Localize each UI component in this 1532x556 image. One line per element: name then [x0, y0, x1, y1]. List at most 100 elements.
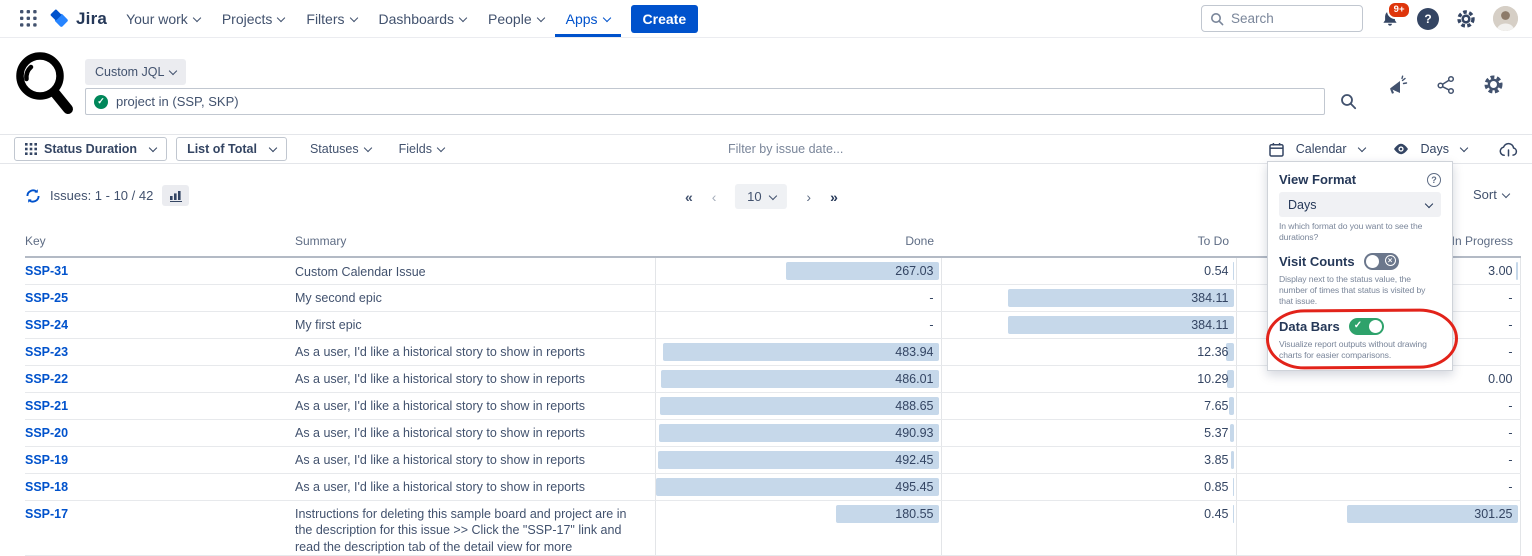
- duration-cell: -: [1236, 392, 1520, 419]
- chevron-down-icon: [349, 13, 357, 21]
- duration-value: 7.65: [1204, 399, 1228, 413]
- first-page-button[interactable]: «: [685, 189, 693, 205]
- app-switcher-icon[interactable]: [14, 6, 43, 31]
- create-button[interactable]: Create: [631, 5, 699, 33]
- issue-key-link[interactable]: SSP-21: [25, 399, 68, 413]
- duration-value: 486.01: [895, 372, 933, 386]
- duration-cell: 180.55: [655, 500, 941, 555]
- date-filter-input[interactable]: Filter by issue date...: [728, 142, 843, 156]
- previous-page-button[interactable]: ‹: [712, 189, 717, 205]
- view-mode-dropdown[interactable]: List of Total: [176, 137, 287, 161]
- duration-cell: 0.85: [941, 473, 1236, 500]
- data-bars-block: Data Bars ✓× Visualize report outputs wi…: [1279, 318, 1441, 362]
- primary-nav: Your work Projects FiltersDashboardsPeople…: [115, 0, 620, 37]
- view-format-select[interactable]: Days: [1279, 192, 1441, 217]
- report-type-dropdown[interactable]: Status Duration: [14, 137, 167, 161]
- issue-key-link[interactable]: SSP-20: [25, 426, 68, 440]
- duration-value: 301.25: [1474, 507, 1512, 521]
- last-page-button[interactable]: »: [830, 189, 838, 205]
- chevron-down-icon: [1425, 199, 1433, 207]
- issue-key-link[interactable]: SSP-22: [25, 372, 68, 386]
- summary-cell: As a user, I'd like a historical story t…: [295, 473, 655, 500]
- data-bars-label: Data Bars: [1279, 319, 1340, 334]
- jira-logo[interactable]: Jira: [43, 8, 115, 30]
- panel-help-icon[interactable]: ?: [1427, 173, 1441, 187]
- jql-input[interactable]: ✓ project in (SSP, SKP): [85, 88, 1325, 115]
- issue-key-link[interactable]: SSP-24: [25, 318, 68, 332]
- chevron-down-icon: [768, 191, 776, 199]
- issue-key-link[interactable]: SSP-19: [25, 453, 68, 467]
- notifications-button[interactable]: 9+: [1380, 9, 1400, 29]
- global-search-input[interactable]: [1231, 11, 1341, 26]
- visit-counts-toggle[interactable]: ✓×: [1364, 253, 1399, 270]
- duration-cell: -: [655, 284, 941, 311]
- duration-cell: -: [1236, 419, 1520, 446]
- duration-cell: 7.65: [941, 392, 1236, 419]
- settings-gear-icon[interactable]: [1456, 9, 1476, 29]
- duration-value: -: [1508, 291, 1512, 305]
- statuses-dropdown[interactable]: Statuses: [296, 142, 385, 156]
- duration-value: 490.93: [895, 426, 933, 440]
- issue-key-link[interactable]: SSP-31: [25, 264, 68, 278]
- nav-item-people[interactable]: People: [477, 0, 555, 37]
- column-header-key: Key: [25, 230, 295, 257]
- export-cloud-icon[interactable]: [1499, 142, 1518, 157]
- page-size-select[interactable]: 10: [735, 184, 787, 209]
- sort-dropdown[interactable]: Sort: [1473, 187, 1509, 202]
- toolbar-right: Calendar Days: [1259, 142, 1518, 157]
- duration-cell: 301.25: [1236, 500, 1520, 555]
- chevron-down-icon: [277, 13, 285, 21]
- format-dropdown[interactable]: Days: [1383, 142, 1477, 156]
- global-search[interactable]: [1201, 5, 1363, 32]
- duration-value: 495.45: [895, 480, 933, 494]
- nav-item-apps[interactable]: Apps: [555, 0, 621, 37]
- top-navigation: Jira Your work Projects FiltersDashboardsP…: [0, 0, 1532, 38]
- duration-value: 267.03: [895, 264, 933, 278]
- issue-key-link[interactable]: SSP-17: [25, 507, 68, 521]
- duration-value: -: [1508, 318, 1512, 332]
- nav-item-label: Projects: [222, 11, 273, 27]
- fields-dropdown[interactable]: Fields: [385, 142, 458, 156]
- duration-value: 384.11: [1191, 318, 1228, 332]
- query-actions: [1387, 74, 1504, 95]
- column-header-to-do: To Do: [941, 230, 1236, 257]
- duration-cell: 384.11: [941, 284, 1236, 311]
- duration-cell: 5.37: [941, 419, 1236, 446]
- jql-mode-label: Custom JQL: [95, 65, 164, 79]
- chart-view-button[interactable]: [162, 185, 189, 206]
- key-cell: SSP-23: [25, 338, 295, 365]
- report-settings-gear-icon[interactable]: [1483, 74, 1504, 95]
- eye-icon: [1393, 143, 1409, 155]
- jql-valid-check-icon: ✓: [94, 95, 108, 109]
- duration-value: 3.00: [1488, 264, 1512, 278]
- user-avatar[interactable]: [1493, 6, 1518, 31]
- help-icon[interactable]: ?: [1417, 8, 1439, 30]
- app-logo-magnifier-icon: [12, 48, 78, 118]
- nav-item-your-work[interactable]: Your work: [115, 0, 211, 37]
- duration-cell: 0.45: [941, 500, 1236, 555]
- issue-key-link[interactable]: SSP-25: [25, 291, 68, 305]
- nav-item-filters[interactable]: Filters: [295, 0, 367, 37]
- nav-item-dashboards[interactable]: Dashboards: [368, 0, 478, 37]
- jql-mode-dropdown[interactable]: Custom JQL: [85, 59, 186, 85]
- duration-cell: 490.93: [655, 419, 941, 446]
- run-search-icon[interactable]: [1340, 93, 1357, 110]
- duration-value: 5.37: [1204, 426, 1228, 440]
- key-cell: SSP-31: [25, 257, 295, 284]
- duration-cell: 483.94: [655, 338, 941, 365]
- refresh-icon[interactable]: [25, 188, 41, 204]
- duration-cell: -: [655, 311, 941, 338]
- duration-cell: -: [1236, 446, 1520, 473]
- chevron-down-icon: [1357, 144, 1365, 152]
- issue-key-link[interactable]: SSP-18: [25, 480, 68, 494]
- data-bars-toggle[interactable]: ✓×: [1349, 318, 1384, 335]
- announcement-icon[interactable]: [1387, 75, 1409, 95]
- calendar-dropdown[interactable]: Calendar: [1259, 142, 1375, 157]
- nav-item-projects[interactable]: Projects: [211, 0, 296, 37]
- format-label: Days: [1421, 142, 1449, 156]
- data-bar: [1516, 262, 1518, 280]
- share-icon[interactable]: [1436, 75, 1456, 95]
- chevron-down-icon: [363, 144, 371, 152]
- issue-key-link[interactable]: SSP-23: [25, 345, 68, 359]
- next-page-button[interactable]: ›: [806, 189, 811, 205]
